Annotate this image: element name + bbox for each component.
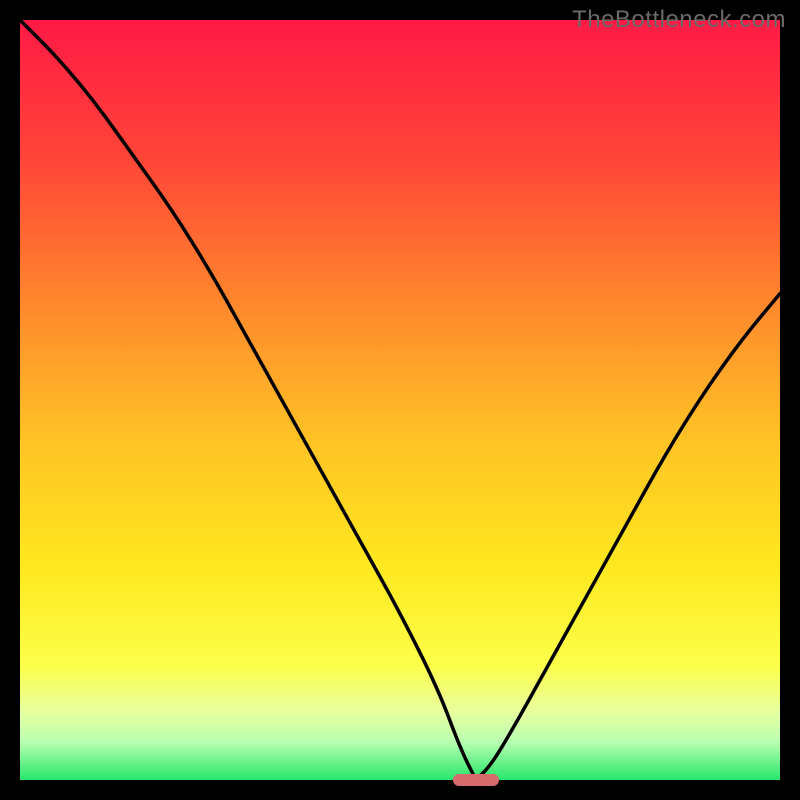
optimal-range-marker [453,774,499,786]
chart-frame: TheBottleneck.com [0,0,800,800]
curve-layer [20,20,780,780]
curve-left [20,20,476,780]
curve-right [476,294,780,780]
plot-area [20,20,780,780]
watermark-text: TheBottleneck.com [572,6,786,34]
